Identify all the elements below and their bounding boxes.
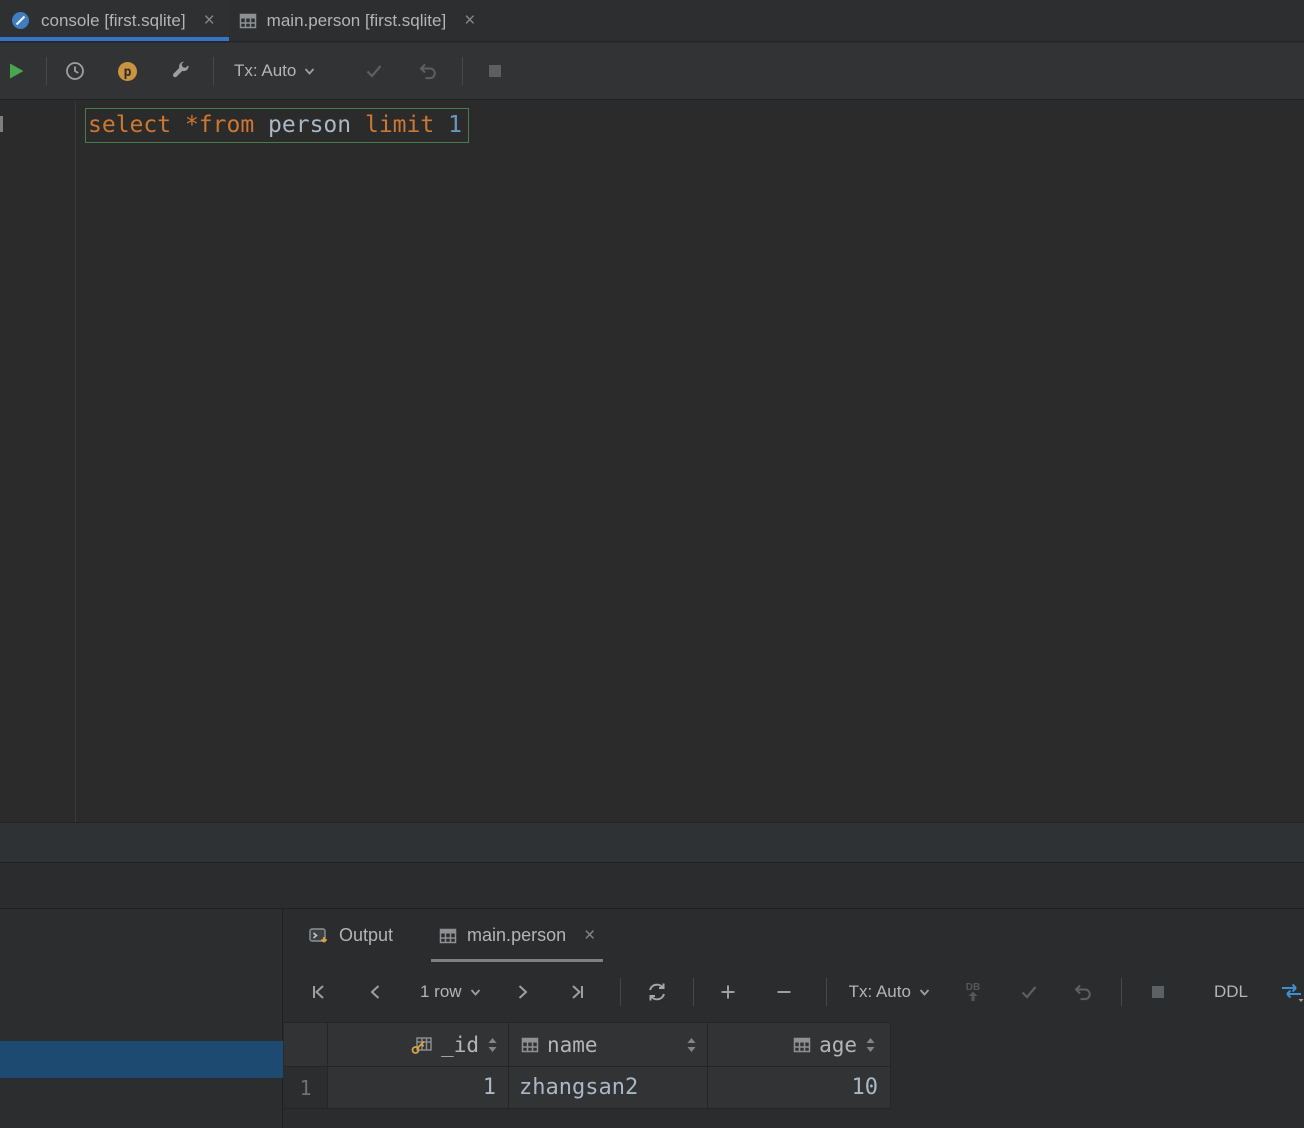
gutter-mark-icon (0, 116, 3, 132)
previous-page-button[interactable] (362, 978, 390, 1006)
key-column-icon (411, 1035, 433, 1055)
services-tree[interactable] (0, 909, 283, 1128)
sort-arrows-icon (686, 1036, 697, 1054)
editor-gutter (0, 101, 76, 822)
results-toolbar: 1 row Tx: Auto DB DDL (284, 962, 1304, 1022)
toolbar-divider (462, 57, 464, 85)
ide-window: console [first.sqlite] × main.person [fi… (0, 0, 1304, 1128)
result-stop-button[interactable] (1144, 978, 1172, 1006)
toolbar-divider (825, 978, 827, 1006)
add-row-button[interactable] (714, 978, 742, 1006)
column-header-id[interactable]: _id (328, 1023, 509, 1067)
editor-results-splitter[interactable] (0, 822, 1304, 862)
svg-text:p: p (123, 65, 131, 80)
cell-id[interactable]: 1 (328, 1067, 509, 1109)
next-page-button[interactable] (508, 978, 536, 1006)
tx-mode-dropdown[interactable]: Tx: Auto (234, 61, 316, 81)
first-page-button[interactable] (304, 978, 332, 1006)
output-icon (308, 926, 329, 946)
table-icon (239, 12, 257, 30)
grid-header-row: _id name age (284, 1023, 891, 1067)
editor-code-area[interactable]: select *from person limit 1 (76, 101, 469, 822)
table-row: 1 1 zhangsan2 10 (284, 1067, 891, 1109)
column-header-age[interactable]: age (708, 1023, 891, 1067)
column-icon (793, 1036, 811, 1054)
tab-output[interactable]: Output (308, 909, 393, 962)
sql-statement: select *from person limit 1 (85, 108, 469, 143)
page-size-dropdown[interactable]: 1 row (420, 982, 482, 1002)
services-tool-window: Output main.person × 1 row Tx: Auto DB D… (0, 862, 1304, 1128)
editor-tab-main-person[interactable]: main.person [first.sqlite] × (229, 0, 490, 41)
column-header-name-label: name (547, 1032, 598, 1057)
grid-corner-cell[interactable] (284, 1023, 328, 1067)
sql-editor[interactable]: select *from person limit 1 (0, 101, 1304, 822)
results-area: Output main.person × 1 row Tx: Auto DB D… (284, 909, 1304, 1128)
tx-mode-label: Tx: Auto (234, 61, 297, 80)
result-commit-button[interactable] (1015, 978, 1043, 1006)
column-header-name[interactable]: name (509, 1023, 708, 1067)
table-icon (439, 927, 457, 945)
toolbar-divider (213, 57, 214, 85)
stop-button[interactable] (481, 57, 509, 85)
chevron-down-icon (303, 65, 316, 78)
row-number-cell[interactable]: 1 (284, 1067, 328, 1109)
tab-result-main-person-label: main.person (467, 925, 567, 945)
chevron-down-icon (469, 986, 482, 999)
delete-row-button[interactable] (770, 978, 798, 1006)
editor-tab-console[interactable]: console [first.sqlite] × (0, 0, 229, 41)
column-icon (521, 1036, 539, 1054)
toolbar-divider (46, 57, 47, 85)
toolbar-divider (1120, 978, 1122, 1006)
close-icon[interactable]: × (464, 11, 475, 30)
tab-result-main-person[interactable]: main.person × (431, 909, 604, 962)
ddl-button[interactable]: DDL (1214, 982, 1248, 1002)
tree-selected-row[interactable] (0, 1041, 283, 1078)
chevron-down-icon (918, 986, 931, 999)
editor-tab-main-person-label: main.person [first.sqlite] (266, 10, 447, 30)
p-badge-icon[interactable]: p (113, 57, 141, 85)
close-icon[interactable]: × (584, 926, 595, 945)
svg-text:DB: DB (966, 982, 980, 993)
result-tx-mode-dropdown[interactable]: Tx: Auto (849, 982, 931, 1002)
active-tab-underline (0, 37, 229, 41)
submit-db-button[interactable]: DB (959, 978, 987, 1006)
results-tab-bar: Output main.person × (284, 909, 1304, 962)
page-size-label: 1 row (420, 982, 462, 1001)
sort-arrows-icon (487, 1036, 498, 1054)
rollback-button[interactable] (414, 57, 442, 85)
run-button[interactable] (2, 57, 30, 85)
cell-name[interactable]: zhangsan2 (509, 1067, 708, 1109)
column-header-id-label: _id (441, 1032, 479, 1057)
commit-button[interactable] (360, 57, 388, 85)
result-rollback-button[interactable] (1069, 978, 1097, 1006)
refresh-button[interactable] (643, 978, 671, 1006)
settings-wrench-button[interactable] (167, 57, 195, 85)
cell-age[interactable]: 10 (708, 1067, 891, 1109)
tab-output-label: Output (339, 925, 394, 945)
close-icon[interactable]: × (204, 11, 215, 30)
console-toolbar: p Tx: Auto (0, 43, 1304, 100)
toolbar-divider (692, 978, 694, 1006)
last-page-button[interactable] (564, 978, 592, 1006)
toolbar-divider (619, 978, 621, 1006)
editor-tab-console-label: console [first.sqlite] (41, 10, 186, 30)
compare-arrows-button[interactable] (1278, 978, 1304, 1006)
history-clock-button[interactable] (61, 57, 89, 85)
result-grid: _id name age 1 1 zhangsan2 10 (284, 1022, 891, 1109)
column-header-age-label: age (819, 1032, 857, 1057)
sort-arrows-icon (865, 1036, 876, 1054)
result-tx-mode-label: Tx: Auto (848, 982, 911, 1001)
console-file-icon (10, 10, 31, 31)
editor-tab-bar: console [first.sqlite] × main.person [fi… (0, 0, 1304, 42)
